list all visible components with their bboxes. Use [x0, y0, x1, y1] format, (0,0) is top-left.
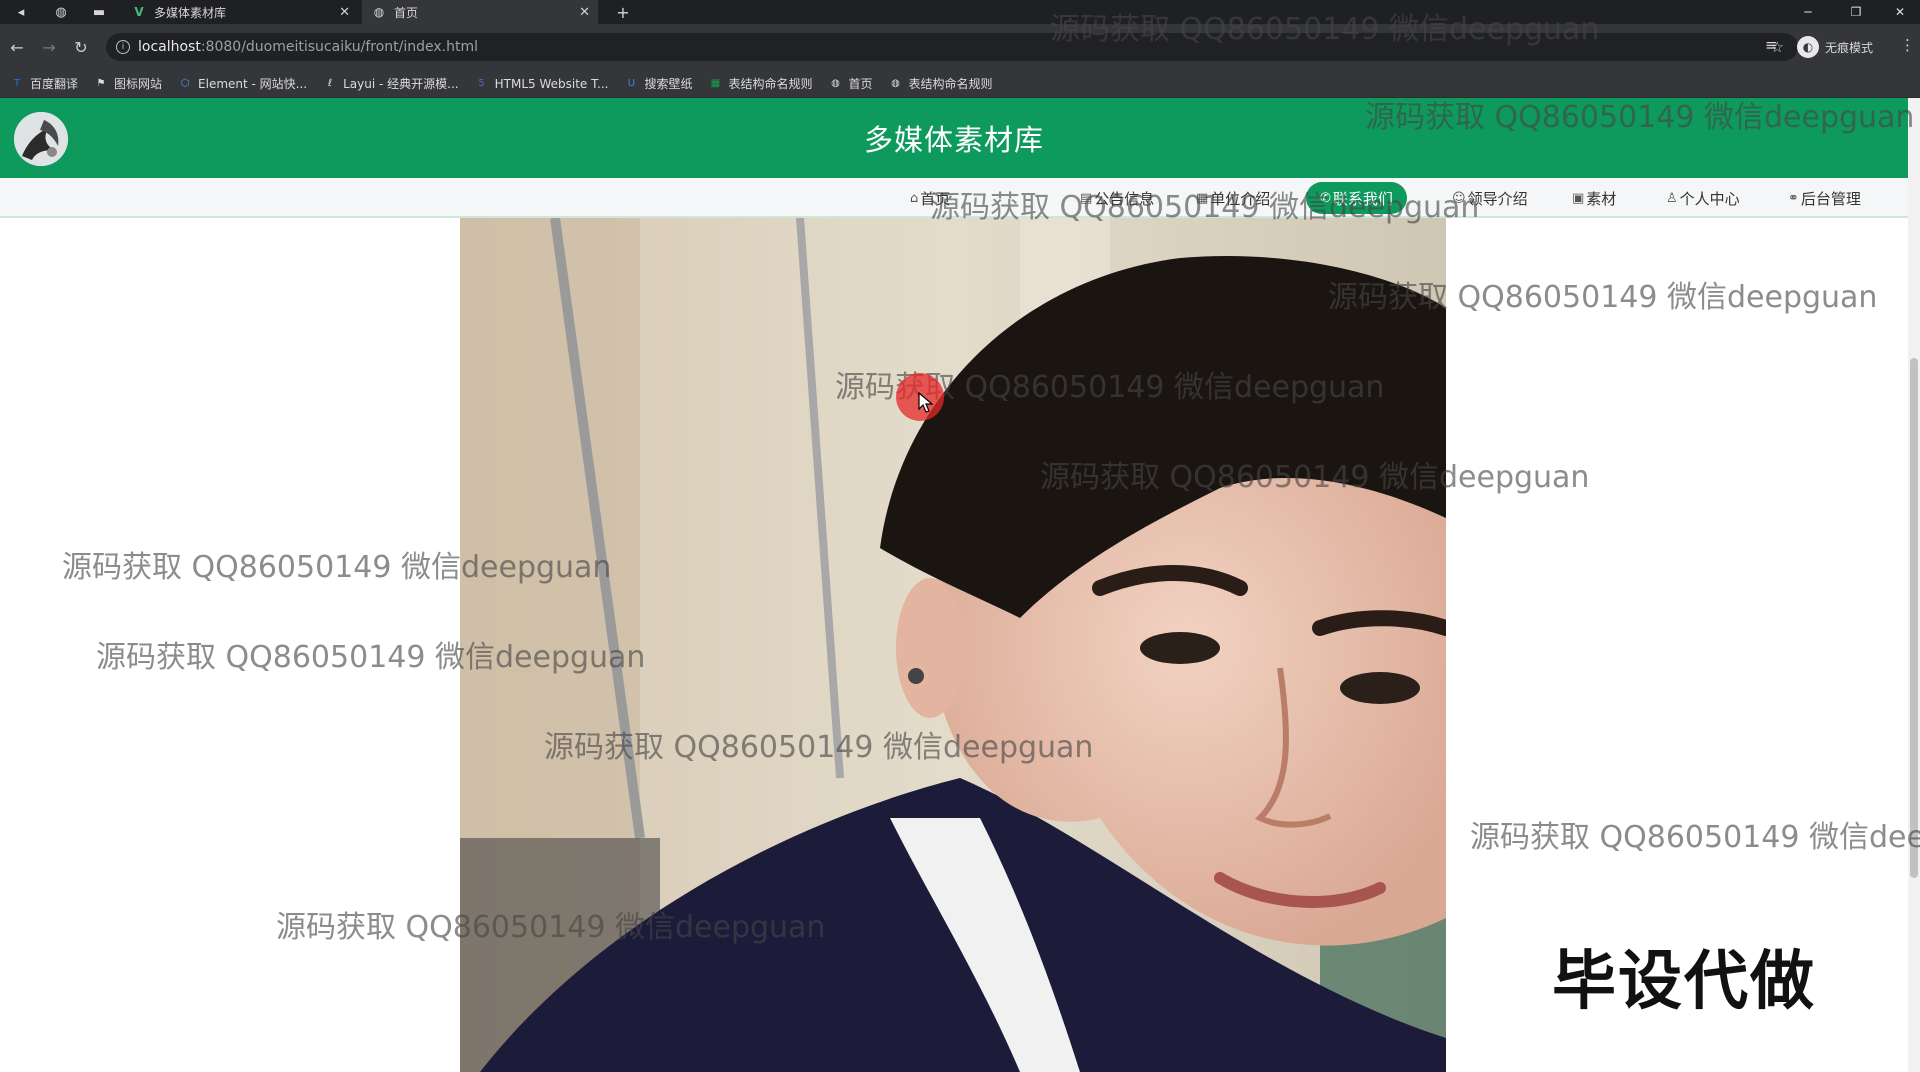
restore-icon[interactable]: ❐: [1836, 0, 1876, 24]
bookmark-label: 图标网站: [114, 77, 163, 91]
nav-label: 个人中心: [1679, 189, 1740, 208]
bookmark-item[interactable]: ◍ 表结构命名规则: [889, 75, 993, 92]
window-close-icon[interactable]: ✕: [1880, 0, 1920, 24]
flag-icon: ⚑: [96, 78, 106, 89]
bookmark-label: 表结构命名规则: [728, 77, 813, 91]
wallpaper-icon: U: [627, 78, 636, 89]
watermark: 源码获取 QQ86050149 微信deepguan: [96, 640, 646, 675]
layui-icon: ℓ: [328, 78, 333, 89]
bookmark-label: 表结构命名规则: [908, 77, 993, 91]
html5-icon: 5: [478, 78, 485, 89]
image-icon: ▣: [1572, 190, 1585, 206]
bookmark-label: 搜索壁纸: [644, 77, 693, 91]
nav-material[interactable]: ▣ 素材: [1572, 178, 1616, 218]
tab-1[interactable]: V 多媒体素材库 ✕: [122, 0, 358, 24]
bookmark-item[interactable]: ⚑ 图标网站: [94, 75, 163, 92]
bookmark-label: Element - 网站快...: [198, 77, 308, 91]
page-scrollbar[interactable]: [1908, 98, 1920, 1072]
forward-icon[interactable]: →: [38, 36, 60, 58]
globe-icon: ◍: [831, 78, 840, 89]
translate-icon: T: [13, 78, 21, 89]
bookmark-label: HTML5 Website T...: [494, 76, 609, 91]
watermark: 源码获取 QQ86050149 微信deepguan: [62, 550, 612, 585]
reading-list-icon[interactable]: ≡: [1765, 36, 1778, 54]
mouse-cursor-icon: [918, 392, 934, 413]
close-icon[interactable]: ✕: [579, 5, 590, 20]
watermark: 源码获取 QQ86050149 微信deepguan: [1328, 280, 1878, 315]
globe-icon: ◍: [891, 78, 900, 89]
link-icon: ⚭: [1788, 190, 1799, 206]
watermark: 源码获取 QQ86050149 微信deepguan: [1050, 12, 1600, 47]
watermark: 源码获取 QQ86050149 微信deepguan: [1365, 100, 1915, 135]
nav-admin[interactable]: ⚭ 后台管理: [1788, 178, 1861, 218]
reload-icon[interactable]: ↻: [70, 36, 92, 58]
back-icon[interactable]: ←: [6, 36, 28, 58]
new-tab-icon[interactable]: +: [610, 0, 636, 24]
globe-icon[interactable]: ◍: [48, 0, 74, 24]
bookmark-item[interactable]: T 百度翻译: [10, 75, 78, 92]
bookmark-item[interactable]: ℓ Layui - 经典开源模...: [323, 75, 459, 92]
url-path: :8080/duomeitisucaiku/front/index.html: [200, 39, 479, 55]
minimize-icon[interactable]: ─: [1788, 0, 1828, 24]
info-icon[interactable]: i: [116, 40, 130, 54]
window-icon[interactable]: ▬: [86, 0, 112, 24]
bookmark-item[interactable]: ⬡ Element - 网站快...: [178, 75, 307, 92]
bookmark-item[interactable]: ▦ 表结构命名规则: [708, 75, 813, 92]
close-icon[interactable]: ✕: [339, 5, 350, 20]
bookmark-label: Layui - 经典开源模...: [343, 77, 459, 91]
bookmark-item[interactable]: U 搜索壁纸: [624, 75, 693, 92]
incognito-profile[interactable]: ◐ 无痕模式: [1797, 36, 1873, 58]
watermark: 源码获取 QQ86050149 微信deepguan: [544, 730, 1094, 765]
profile-label: 无痕模式: [1825, 40, 1874, 55]
mute-icon[interactable]: ◂: [8, 0, 34, 24]
watermark: 源码获取 QQ86050149 微信deepguan: [276, 910, 826, 945]
globe-icon: ◍: [373, 5, 385, 19]
tab-2[interactable]: ◍ 首页 ✕: [362, 0, 598, 24]
browser-toolbar: ← → ↻ i localhost:8080/duomeitisucaiku/f…: [0, 24, 1920, 70]
nav-label: 素材: [1586, 189, 1617, 208]
watermark: 源码获取 QQ86050149 微信deepguan: [1470, 820, 1920, 855]
bookmark-label: 首页: [848, 77, 873, 91]
bookmark-item[interactable]: 5 HTML5 Website T...: [475, 76, 609, 91]
watermark: 源码获取 QQ86050149 微信deepguan: [1040, 460, 1590, 495]
incognito-icon: ◐: [1797, 36, 1819, 58]
bookmark-item[interactable]: ◍ 首页: [828, 75, 872, 92]
vue-icon: V: [134, 5, 144, 19]
browser-tab-strip: ◂ ◍ ▬ V 多媒体素材库 ✕ ◍ 首页 ✕ + ─ ❐ ✕: [0, 0, 1920, 24]
tab-title: 多媒体素材库: [154, 5, 227, 20]
watermark: 源码获取 QQ86050149 微信deepguan: [930, 190, 1480, 225]
nav-profile[interactable]: ♙ 个人中心: [1666, 178, 1740, 218]
home-icon: ⌂: [910, 190, 919, 206]
element-icon: ⬡: [180, 78, 190, 89]
menu-icon[interactable]: ⋮: [1900, 36, 1915, 54]
nav-label: 后台管理: [1800, 189, 1861, 208]
url-host: localhost: [138, 39, 201, 55]
tab-title: 首页: [394, 5, 419, 20]
scrollbar-thumb[interactable]: [1910, 358, 1918, 878]
sheet-icon: ▦: [710, 78, 721, 89]
person-icon: ♙: [1666, 190, 1678, 206]
bookmark-label: 百度翻译: [30, 77, 79, 91]
promo-badge: 毕设代做: [1552, 945, 1816, 1019]
